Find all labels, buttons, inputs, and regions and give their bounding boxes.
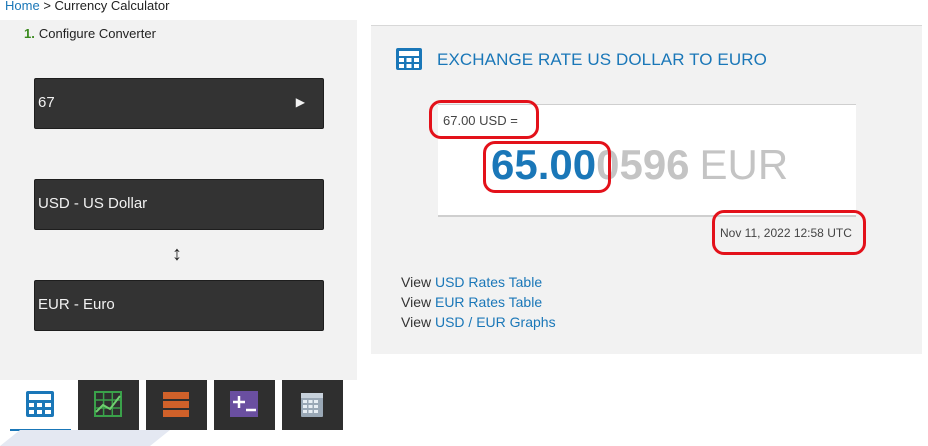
link-prefix: View — [401, 274, 432, 290]
calculator-icon — [396, 48, 422, 70]
to-currency-value: EUR - Euro — [38, 296, 115, 313]
step-number: 1. — [24, 26, 35, 41]
highlight-timestamp — [712, 210, 866, 255]
tab-calendar[interactable] — [282, 380, 343, 430]
highlight-from-amount — [429, 100, 539, 139]
tab-chart[interactable] — [78, 380, 139, 430]
link-prefix: View — [401, 294, 432, 310]
decorative-stripe — [0, 430, 928, 446]
tab-table[interactable] — [146, 380, 207, 430]
breadcrumb: Home > Currency Calculator — [5, 0, 169, 13]
amount-value: 67 — [38, 94, 55, 111]
highlight-result-value — [483, 141, 611, 193]
from-currency-select[interactable]: USD - US Dollar — [34, 179, 324, 230]
usd-eur-graphs-link[interactable]: USD / EUR Graphs — [435, 314, 556, 330]
swap-currencies-icon[interactable]: ↕ — [172, 243, 182, 266]
result-currency: EUR — [699, 141, 789, 188]
amount-input[interactable]: 67 ▶ — [34, 78, 324, 129]
configure-panel: 1. Configure Converter 67 ▶ USD - US Doll… — [0, 20, 357, 380]
rate-links: View USD Rates Table View EUR Rates Tabl… — [401, 272, 556, 332]
eur-rates-table-link[interactable]: EUR Rates Table — [435, 294, 542, 310]
link-row: View EUR Rates Table — [401, 292, 556, 312]
calculator-icon — [26, 391, 54, 417]
calendar-icon — [301, 393, 323, 417]
link-row: View USD Rates Table — [401, 272, 556, 292]
result-panel: EXCHANGE RATE US DOLLAR TO EURO 67.00 US… — [371, 25, 922, 354]
breadcrumb-current: Currency Calculator — [54, 0, 170, 13]
chart-grid-icon — [94, 391, 122, 417]
to-currency-select[interactable]: EUR - Euro — [34, 280, 324, 331]
link-prefix: View — [401, 314, 432, 330]
exchange-rate-title: EXCHANGE RATE US DOLLAR TO EURO — [437, 50, 767, 69]
usd-rates-table-link[interactable]: USD Rates Table — [435, 274, 542, 290]
play-arrow-icon[interactable]: ▶ — [296, 95, 305, 109]
breadcrumb-home-link[interactable]: Home — [5, 0, 40, 13]
plus-minus-icon — [230, 391, 258, 417]
table-rows-icon — [163, 392, 189, 417]
breadcrumb-separator: > — [43, 0, 51, 13]
tab-plus-minus[interactable] — [214, 380, 275, 430]
tab-converter[interactable] — [10, 380, 71, 431]
link-row: View USD / EUR Graphs — [401, 312, 556, 332]
from-currency-value: USD - US Dollar — [38, 195, 148, 212]
step-label: Configure Converter — [38, 26, 156, 41]
step-title: 1. Configure Converter — [24, 26, 156, 41]
